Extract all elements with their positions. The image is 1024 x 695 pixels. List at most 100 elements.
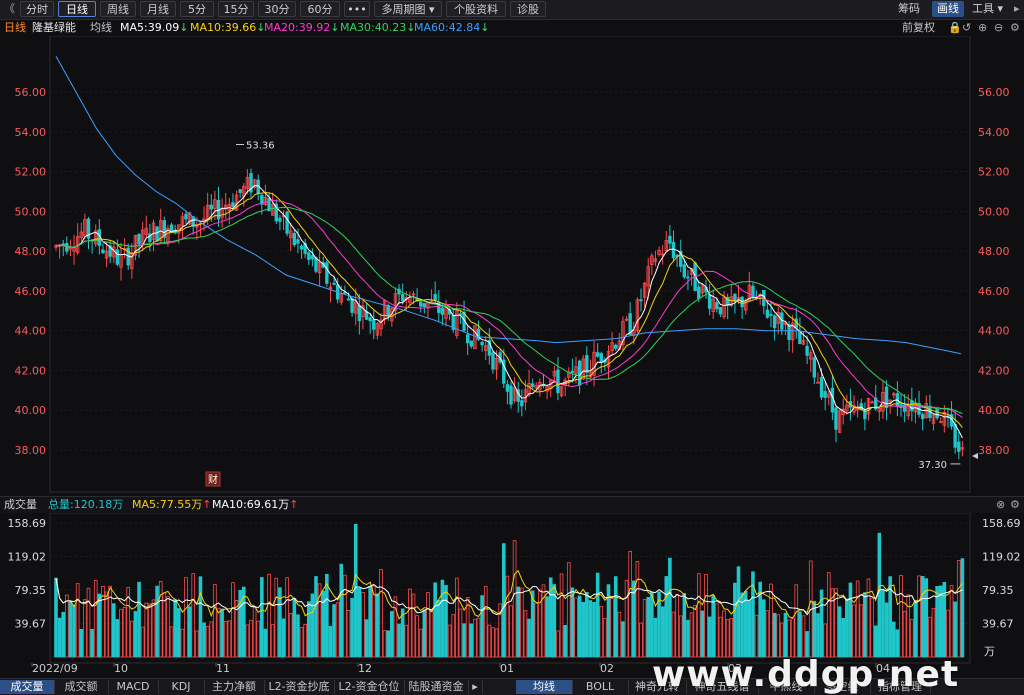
volume-tick-right: 79.35	[982, 584, 1014, 597]
candle-body	[238, 189, 242, 193]
ma-label: 均线	[90, 21, 112, 34]
draw-line-button[interactable]: 画线	[932, 1, 964, 17]
indicator-tab-7[interactable]: 陆股通资金	[404, 680, 469, 694]
ma-info-row: 日线 隆基绿能 均线 MA5:39.09↓ MA10:39.66↓ MA20:3…	[0, 20, 1024, 36]
period-tab-8[interactable]: •••	[344, 1, 370, 17]
volume-bar	[209, 621, 214, 658]
volume-bar	[906, 594, 911, 658]
period-tab-3[interactable]: 月线	[140, 1, 176, 17]
volume-bar	[700, 610, 705, 658]
volume-bar	[429, 611, 434, 658]
volume-bar	[191, 573, 196, 658]
volume-bar	[444, 585, 448, 658]
zoom-out-icon[interactable]: ⊖	[994, 20, 1003, 36]
overlay-tab-0[interactable]: 均线	[516, 680, 573, 694]
volume-bar	[422, 609, 427, 658]
volume-bar	[761, 599, 766, 658]
volume-bar	[776, 614, 781, 658]
close-panel-icon[interactable]: ▸	[1014, 1, 1020, 17]
candle-body	[400, 294, 405, 302]
period-tab-9[interactable]: 多周期图 ▾	[374, 1, 442, 17]
period-tab-2[interactable]: 周线	[100, 1, 136, 17]
stock-name: 隆基绿能	[32, 21, 76, 34]
volume-bar	[433, 582, 437, 658]
volume-bar	[357, 587, 362, 658]
volume-bar	[93, 580, 98, 658]
volume-bar	[281, 618, 286, 658]
volume-bar	[693, 605, 697, 658]
period-tab-1[interactable]: 日线	[58, 1, 96, 17]
volume-bar	[68, 600, 73, 658]
tools-dropdown[interactable]: 工具 ▾	[972, 1, 1003, 17]
candle-body	[823, 391, 827, 398]
indicator-tab-2[interactable]: MACD	[108, 680, 159, 694]
period-tab-11[interactable]: 诊股	[510, 1, 546, 17]
candle-body	[433, 294, 437, 301]
volume-bar	[144, 602, 149, 658]
volume-bar	[668, 557, 672, 658]
indicator-tab-4[interactable]: 主力净额	[204, 680, 265, 694]
period-tab-0[interactable]: 分时	[20, 1, 54, 17]
period-tab-6[interactable]: 30分	[258, 1, 296, 17]
volume-bar	[595, 572, 600, 658]
volume-bar	[339, 563, 344, 658]
indicator-tab-5[interactable]: L2-资金抄底	[264, 680, 335, 694]
volume-bar	[57, 617, 62, 658]
volume-bar	[119, 608, 123, 658]
indicator-tab-3[interactable]: KDJ	[158, 680, 205, 694]
volume-bar	[220, 608, 224, 658]
x-tick-label: 12	[358, 662, 372, 675]
candle-body	[372, 319, 376, 330]
volume-bar	[487, 624, 492, 658]
indicator-tab-6[interactable]: L2-资金仓位	[334, 680, 405, 694]
candle-body	[530, 383, 535, 387]
volume-bar	[917, 575, 921, 658]
volume-bar	[566, 562, 571, 658]
volume-bar	[790, 618, 795, 658]
volume-bar	[480, 595, 484, 658]
volume-bar	[426, 592, 430, 658]
candle-body	[740, 296, 744, 308]
lock-icon[interactable]: 🔒	[948, 20, 962, 36]
volume-bar	[577, 595, 582, 658]
overlay-tab-1[interactable]: BOLL	[572, 680, 629, 694]
high-annotation: 53.36	[246, 141, 275, 152]
candle-body	[805, 345, 809, 356]
price-pointer-icon	[972, 453, 978, 459]
zoom-in-icon[interactable]: ⊕	[978, 20, 987, 36]
volume-tick-left: 79.35	[15, 584, 47, 597]
volume-bar	[353, 523, 358, 658]
candle-body	[715, 301, 719, 310]
candle-body	[155, 226, 159, 242]
volume-bar	[198, 576, 203, 658]
period-tab-5[interactable]: 15分	[218, 1, 254, 17]
candle-body	[595, 352, 600, 357]
volume-bar	[386, 630, 391, 658]
volume-bar	[187, 606, 192, 658]
volume-bar	[559, 573, 564, 658]
settings-icon[interactable]: ⚙	[1010, 20, 1020, 36]
period-tab-7[interactable]: 60分	[300, 1, 340, 17]
candle-body	[707, 294, 712, 309]
ma30-line	[55, 206, 963, 414]
close-indicator-icon[interactable]: ⊗	[996, 497, 1005, 513]
period-tab-10[interactable]: 个股资料	[446, 1, 506, 17]
price-chart[interactable]: 56.00 56.00 54.00 54.00 52.00 52.00 50.00 50.00…	[0, 36, 1024, 494]
volume-bar	[86, 587, 91, 658]
undo-icon[interactable]: ↺	[962, 20, 971, 36]
volume-bar	[310, 593, 315, 658]
candle-body	[65, 243, 69, 252]
adjust-mode[interactable]: 前复权	[902, 20, 935, 36]
volume-bar	[501, 543, 506, 658]
indicator-tab-1[interactable]: 成交额	[54, 680, 109, 694]
volume-bar	[335, 602, 340, 658]
volume-bar	[447, 624, 452, 658]
chip-distribution-button[interactable]: 筹码	[898, 1, 920, 17]
indicator-tab-8[interactable]: ▸	[468, 680, 483, 694]
volume-title: 成交量	[4, 498, 37, 511]
candle-body	[920, 414, 925, 420]
back-button[interactable]: 《	[4, 1, 15, 17]
indicator-settings-icon[interactable]: ⚙	[1010, 497, 1020, 513]
period-tab-4[interactable]: 5分	[180, 1, 214, 17]
indicator-tab-0[interactable]: 成交量	[0, 680, 55, 694]
